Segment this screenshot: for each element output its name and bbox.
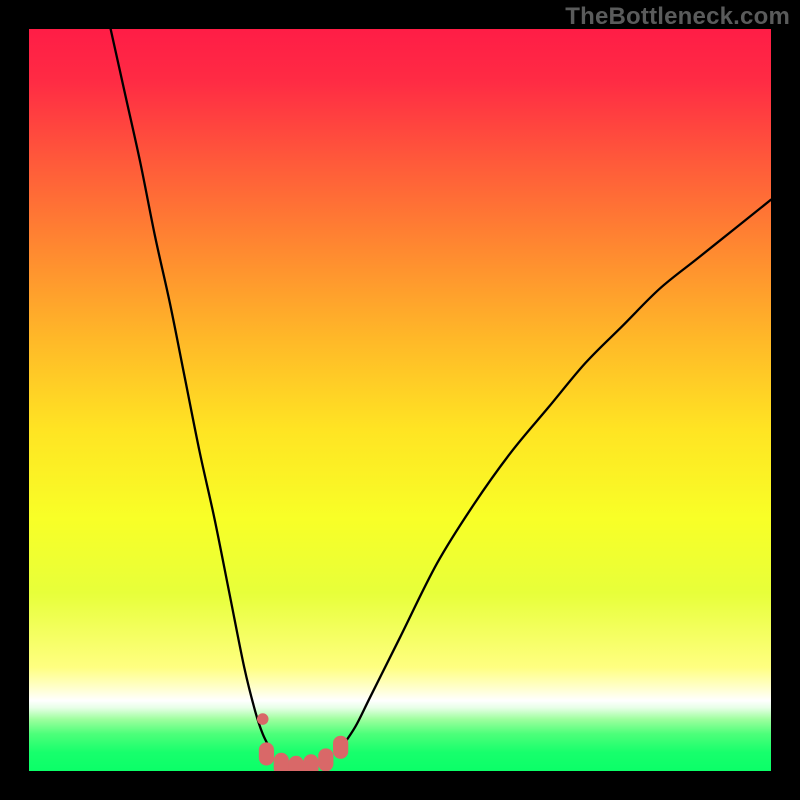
marker-bar-g <box>333 736 348 759</box>
chart-svg <box>29 29 771 771</box>
marker-bar-f <box>318 748 333 771</box>
watermark-text: TheBottleneck.com <box>565 3 790 31</box>
marker-dot-a <box>257 713 269 725</box>
marker-bar-c <box>274 753 289 771</box>
marker-bar-e <box>303 754 318 771</box>
plot-area <box>29 29 771 771</box>
chart-frame: TheBottleneck.com <box>0 0 800 800</box>
marker-bar-d <box>289 756 304 771</box>
marker-bar-b <box>259 742 274 765</box>
gradient-background <box>29 29 771 771</box>
